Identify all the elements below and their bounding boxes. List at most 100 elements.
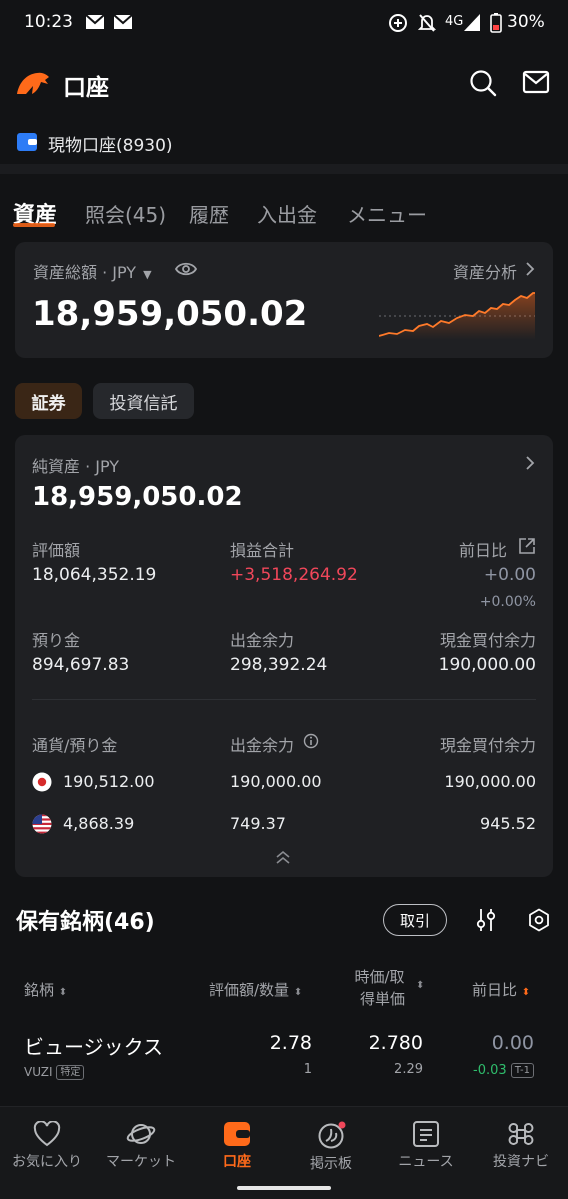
sort-icon: ⬍ — [58, 987, 68, 998]
valuation-label: 評価額 — [32, 541, 81, 560]
nav-invest-navi-label: 投資ナビ — [493, 1154, 549, 1170]
nav-board-label: 掲示板 — [310, 1156, 352, 1172]
day-change-percent: +0.00% — [479, 594, 536, 610]
news-icon — [413, 1121, 439, 1147]
tab-history[interactable]: 履歴 — [189, 199, 229, 228]
collapse-icon[interactable] — [275, 849, 291, 865]
cash-buying-value: 190,000.00 — [438, 655, 536, 675]
account-type-badge: 特定 — [56, 1065, 85, 1080]
jpy-deposit: 190,512.00 — [63, 772, 155, 791]
network-type: 4G — [445, 14, 464, 29]
share-icon[interactable] — [518, 537, 536, 555]
usd-buying: 945.52 — [480, 814, 536, 833]
search-icon[interactable] — [469, 69, 497, 97]
asset-total-label[interactable]: 資産総額 · JPY ▼ — [33, 259, 152, 283]
nav-favorites[interactable]: お気に入り — [0, 1121, 94, 1171]
mail-icon — [85, 14, 105, 30]
withdrawable-col-header: 出金余力 — [230, 736, 295, 755]
currency-col-header: 通貨/預り金 — [32, 736, 118, 755]
sort-icon[interactable]: ⬍ — [416, 980, 424, 991]
col-header-value-qty[interactable]: 評価額/数量 ⬍ — [209, 979, 302, 1000]
chevron-right-icon[interactable] — [526, 456, 535, 470]
holding-ticker: VUZI — [24, 1065, 53, 1079]
cash-buying-label: 現金買付余力 — [439, 631, 536, 650]
status-bar: 10:23 4G 30% — [0, 0, 568, 46]
nav-account[interactable]: 口座 — [190, 1121, 284, 1171]
status-time: 10:23 — [24, 12, 73, 32]
board-icon — [318, 1121, 346, 1149]
asset-summary-card[interactable]: 資産総額 · JPY ▼ 資産分析 18,959,050.02 — [15, 242, 553, 358]
app-logo-icon — [15, 68, 51, 96]
tab-menu[interactable]: メニュー — [347, 199, 427, 228]
pl-total-label: 損益合計 — [230, 541, 295, 560]
asset-analysis-link[interactable]: 資産分析 — [453, 259, 517, 283]
holding-change: 0.00 — [491, 1032, 534, 1054]
message-icon[interactable] — [522, 70, 550, 94]
buying-col-header: 現金買付余力 — [439, 736, 536, 755]
pl-total-value: +3,518,264.92 — [230, 565, 358, 585]
net-assets-value: 18,959,050.02 — [32, 482, 243, 512]
jpy-withdrawable: 190,000.00 — [230, 772, 322, 791]
home-indicator[interactable] — [237, 1186, 331, 1190]
deposit-value: 894,697.83 — [32, 655, 130, 675]
planet-icon — [126, 1124, 156, 1144]
trade-button[interactable]: 取引 — [383, 904, 447, 936]
command-icon — [508, 1123, 534, 1145]
holding-ticker-line: VUZI 特定 — [24, 1065, 85, 1080]
col-header-price-line1: 時価/取 — [354, 968, 405, 986]
mute-icon — [418, 13, 436, 33]
account-selector[interactable]: 現物口座(8930) — [0, 120, 240, 160]
nav-invest-navi[interactable]: 投資ナビ — [474, 1121, 568, 1171]
tab-inquiry[interactable]: 照会(45) — [85, 199, 166, 228]
col-header-change[interactable]: 前日比 ⬍ — [472, 979, 530, 1000]
battery-icon — [490, 12, 502, 33]
day-change-value: +0.00 — [483, 565, 536, 585]
dropdown-icon: ▼ — [143, 268, 152, 281]
nav-market[interactable]: マーケット — [94, 1121, 188, 1171]
holding-row[interactable]: ビュージックス VUZI 特定 2.78 1 2.780 2.29 0.00 -… — [0, 1022, 568, 1092]
deposit-label: 預り金 — [32, 631, 81, 650]
asset-trend-sparkline — [379, 290, 535, 340]
holding-change-amount: -0.03 — [473, 1063, 507, 1078]
nav-news-label: ニュース — [398, 1154, 454, 1170]
page-title: 口座 — [63, 75, 109, 101]
holding-value: 2.78 — [269, 1032, 312, 1054]
account-name: 現物口座(8930) — [48, 136, 173, 156]
settlement-badge: T-1 — [510, 1063, 534, 1078]
mail-icon — [113, 14, 133, 30]
col-header-price[interactable]: 時価/取 得単価 — [354, 966, 405, 1010]
col-header-name[interactable]: 銘柄 ⬍ — [24, 979, 67, 1000]
nav-market-label: マーケット — [106, 1154, 176, 1170]
sort-desc-icon: ⬍ — [521, 987, 531, 998]
wallet-icon — [224, 1122, 250, 1146]
usd-withdrawable: 749.37 — [230, 814, 286, 833]
filter-settings-icon[interactable] — [475, 907, 497, 933]
col-header-price-line2: 得単価 — [360, 990, 406, 1008]
nav-favorites-label: お気に入り — [12, 1154, 82, 1170]
holding-qty: 1 — [303, 1062, 312, 1077]
info-icon[interactable] — [303, 733, 319, 749]
segment-investment-trust[interactable]: 投資信託 — [93, 383, 194, 419]
tab-deposit-withdraw[interactable]: 入出金 — [257, 199, 317, 228]
battery-percent: 30% — [507, 12, 545, 32]
holding-cost: 2.29 — [394, 1062, 423, 1077]
day-change-label: 前日比 — [458, 541, 507, 560]
nav-news[interactable]: ニュース — [379, 1121, 473, 1171]
eye-icon[interactable] — [175, 261, 197, 277]
holding-name: ビュージックス — [24, 1035, 163, 1059]
jpy-buying: 190,000.00 — [444, 772, 536, 791]
nav-board[interactable]: 掲示板 — [284, 1121, 378, 1173]
gear-icon[interactable] — [527, 908, 551, 932]
withdrawable-label: 出金余力 — [230, 631, 295, 650]
col-header-value-qty-text: 評価額/数量 — [209, 981, 290, 999]
heart-icon — [33, 1121, 61, 1147]
chevron-right-icon — [526, 262, 535, 276]
sort-icon: ⬍ — [293, 987, 303, 998]
data-saver-icon — [388, 13, 408, 33]
holdings-title: 保有銘柄(46) — [16, 910, 155, 935]
jp-flag-icon — [32, 772, 52, 792]
holding-change-line: -0.03 T-1 — [473, 1063, 534, 1078]
segment-securities[interactable]: 証券 — [15, 383, 82, 419]
nav-account-label: 口座 — [223, 1154, 251, 1170]
divider — [0, 164, 568, 174]
